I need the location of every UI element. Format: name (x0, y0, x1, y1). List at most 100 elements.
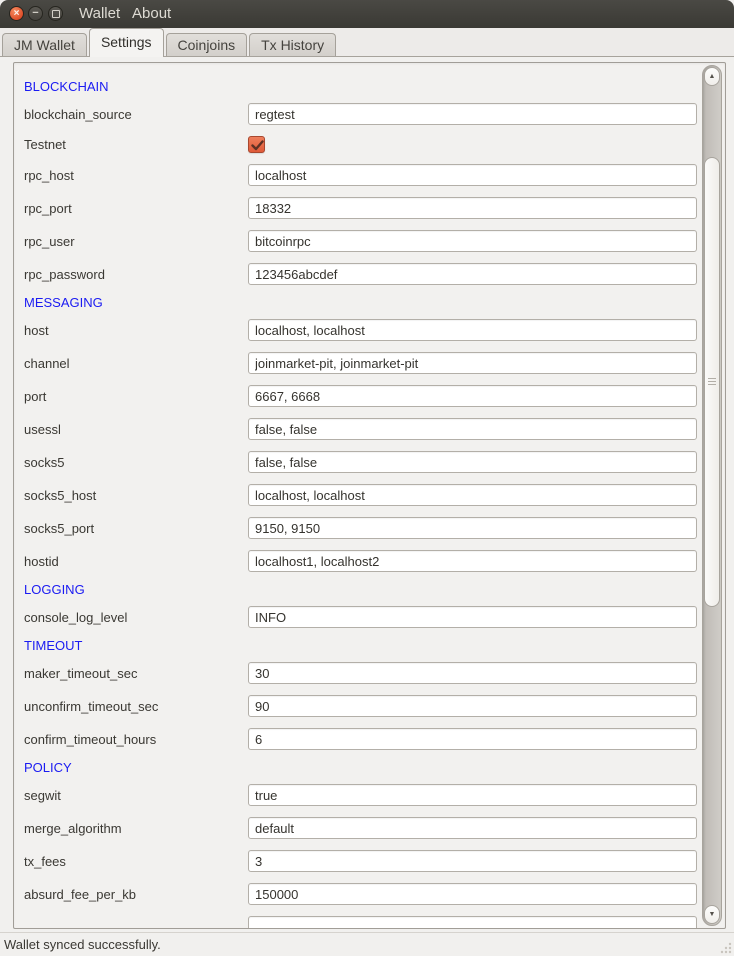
field-input-maker_timeout_sec[interactable] (248, 662, 697, 684)
field-input-usessl[interactable] (248, 418, 697, 440)
field-input-console_log_level[interactable] (248, 606, 697, 628)
field-input-rpc_password[interactable] (248, 263, 697, 285)
vertical-scrollbar: ▲ ▼ (702, 65, 722, 926)
field-input-socks5[interactable] (248, 451, 697, 473)
settings-row: rpc_password (24, 263, 699, 285)
field-label: console_log_level (24, 610, 248, 625)
settings-row: segwit (24, 784, 699, 806)
settings-row: merge_algorithm (24, 817, 699, 839)
settings-row: rpc_host (24, 164, 699, 186)
tab-coinjoins[interactable]: Coinjoins (166, 33, 248, 57)
status-message: Wallet synced successfully. (4, 937, 161, 952)
field-label: Testnet (24, 137, 248, 152)
settings-panel: BLOCKCHAIN blockchain_source Testnet rpc_ho… (0, 57, 734, 932)
field-input-confirm_timeout_hours[interactable] (248, 728, 697, 750)
field-input-port[interactable] (248, 385, 697, 407)
section-header: BLOCKCHAIN (24, 80, 699, 94)
settings-form: BLOCKCHAIN blockchain_source Testnet rpc_ho… (14, 63, 699, 928)
field-label: socks5 (24, 455, 248, 470)
section-header: MESSAGING (24, 296, 699, 310)
field-label: unconfirm_timeout_sec (24, 699, 248, 714)
tab-bar: JM Wallet Settings Coinjoins Tx History (0, 28, 734, 57)
minimize-button[interactable]: − (28, 6, 43, 21)
settings-row: socks5 (24, 451, 699, 473)
settings-row: channel (24, 352, 699, 374)
settings-row: socks5_host (24, 484, 699, 506)
tab-tx-history[interactable]: Tx History (249, 33, 336, 57)
field-label: channel (24, 356, 248, 371)
field-label: confirm_timeout_hours (24, 732, 248, 747)
scrollbar-grip-icon (708, 378, 716, 385)
settings-row: hostid (24, 550, 699, 572)
field-input-merge_algorithm[interactable] (248, 817, 697, 839)
settings-row: unconfirm_timeout_sec (24, 695, 699, 717)
field-input-blockchain_source[interactable] (248, 103, 697, 125)
maximize-icon (52, 10, 60, 18)
field-input-unconfirm_timeout_sec[interactable] (248, 695, 697, 717)
settings-row (24, 916, 699, 928)
field-label: usessl (24, 422, 248, 437)
field-label: rpc_port (24, 201, 248, 216)
tab-settings[interactable]: Settings (89, 28, 164, 57)
field-input-socks5_port[interactable] (248, 517, 697, 539)
field-label: rpc_password (24, 267, 248, 282)
field-label: rpc_host (24, 168, 248, 183)
field-input-socks5_host[interactable] (248, 484, 697, 506)
field-input-channel[interactable] (248, 352, 697, 374)
field-label: host (24, 323, 248, 338)
field-input-absurd_fee_per_kb[interactable] (248, 883, 697, 905)
section-header: POLICY (24, 761, 699, 775)
field-label: socks5_host (24, 488, 248, 503)
field-label: socks5_port (24, 521, 248, 536)
chevron-up-icon: ▲ (709, 73, 716, 80)
minimize-icon: − (32, 8, 38, 19)
joinmarket-wallet-window: { "window": { "titlebar": { "menus": [ {… (0, 0, 734, 956)
settings-row: console_log_level (24, 606, 699, 628)
scroll-up-button[interactable]: ▲ (704, 67, 720, 86)
menu-wallet[interactable]: Wallet (79, 5, 120, 23)
settings-row: absurd_fee_per_kb (24, 883, 699, 905)
close-button[interactable]: × (9, 6, 24, 21)
settings-row: tx_fees (24, 850, 699, 872)
field-input-host[interactable] (248, 319, 697, 341)
resize-grip-icon[interactable] (720, 942, 732, 954)
settings-row: maker_timeout_sec (24, 662, 699, 684)
tab-jm-wallet[interactable]: JM Wallet (2, 33, 87, 57)
field-label: merge_algorithm (24, 821, 248, 836)
field-label: tx_fees (24, 854, 248, 869)
chevron-down-icon: ▼ (709, 911, 716, 918)
titlebar: × − Wallet About (0, 0, 734, 28)
testnet-checkbox[interactable] (248, 136, 265, 153)
field-label: rpc_user (24, 234, 248, 249)
field-input-rpc_host[interactable] (248, 164, 697, 186)
settings-row: usessl (24, 418, 699, 440)
field-label: blockchain_source (24, 107, 248, 122)
settings-row: rpc_port (24, 197, 699, 219)
field-input-partial[interactable] (248, 916, 697, 928)
settings-row: blockchain_source (24, 103, 699, 125)
settings-row: socks5_port (24, 517, 699, 539)
settings-row: Testnet (24, 136, 699, 153)
menu-about[interactable]: About (132, 5, 171, 23)
field-label: segwit (24, 788, 248, 803)
scrollbar-thumb[interactable] (704, 157, 720, 607)
maximize-button[interactable] (48, 6, 63, 21)
field-input-hostid[interactable] (248, 550, 697, 572)
field-label: absurd_fee_per_kb (24, 887, 248, 902)
field-input-rpc_port[interactable] (248, 197, 697, 219)
settings-row: host (24, 319, 699, 341)
section-header: TIMEOUT (24, 639, 699, 653)
field-label: maker_timeout_sec (24, 666, 248, 681)
scroll-down-button[interactable]: ▼ (704, 905, 720, 924)
field-input-tx_fees[interactable] (248, 850, 697, 872)
settings-row: port (24, 385, 699, 407)
settings-row: confirm_timeout_hours (24, 728, 699, 750)
settings-row: rpc_user (24, 230, 699, 252)
settings-scroll-area: BLOCKCHAIN blockchain_source Testnet rpc_ho… (13, 62, 726, 929)
field-input-rpc_user[interactable] (248, 230, 697, 252)
section-header: LOGGING (24, 583, 699, 597)
check-mark-icon (249, 137, 266, 154)
field-label: hostid (24, 554, 248, 569)
status-bar: Wallet synced successfully. (0, 932, 734, 956)
field-input-segwit[interactable] (248, 784, 697, 806)
